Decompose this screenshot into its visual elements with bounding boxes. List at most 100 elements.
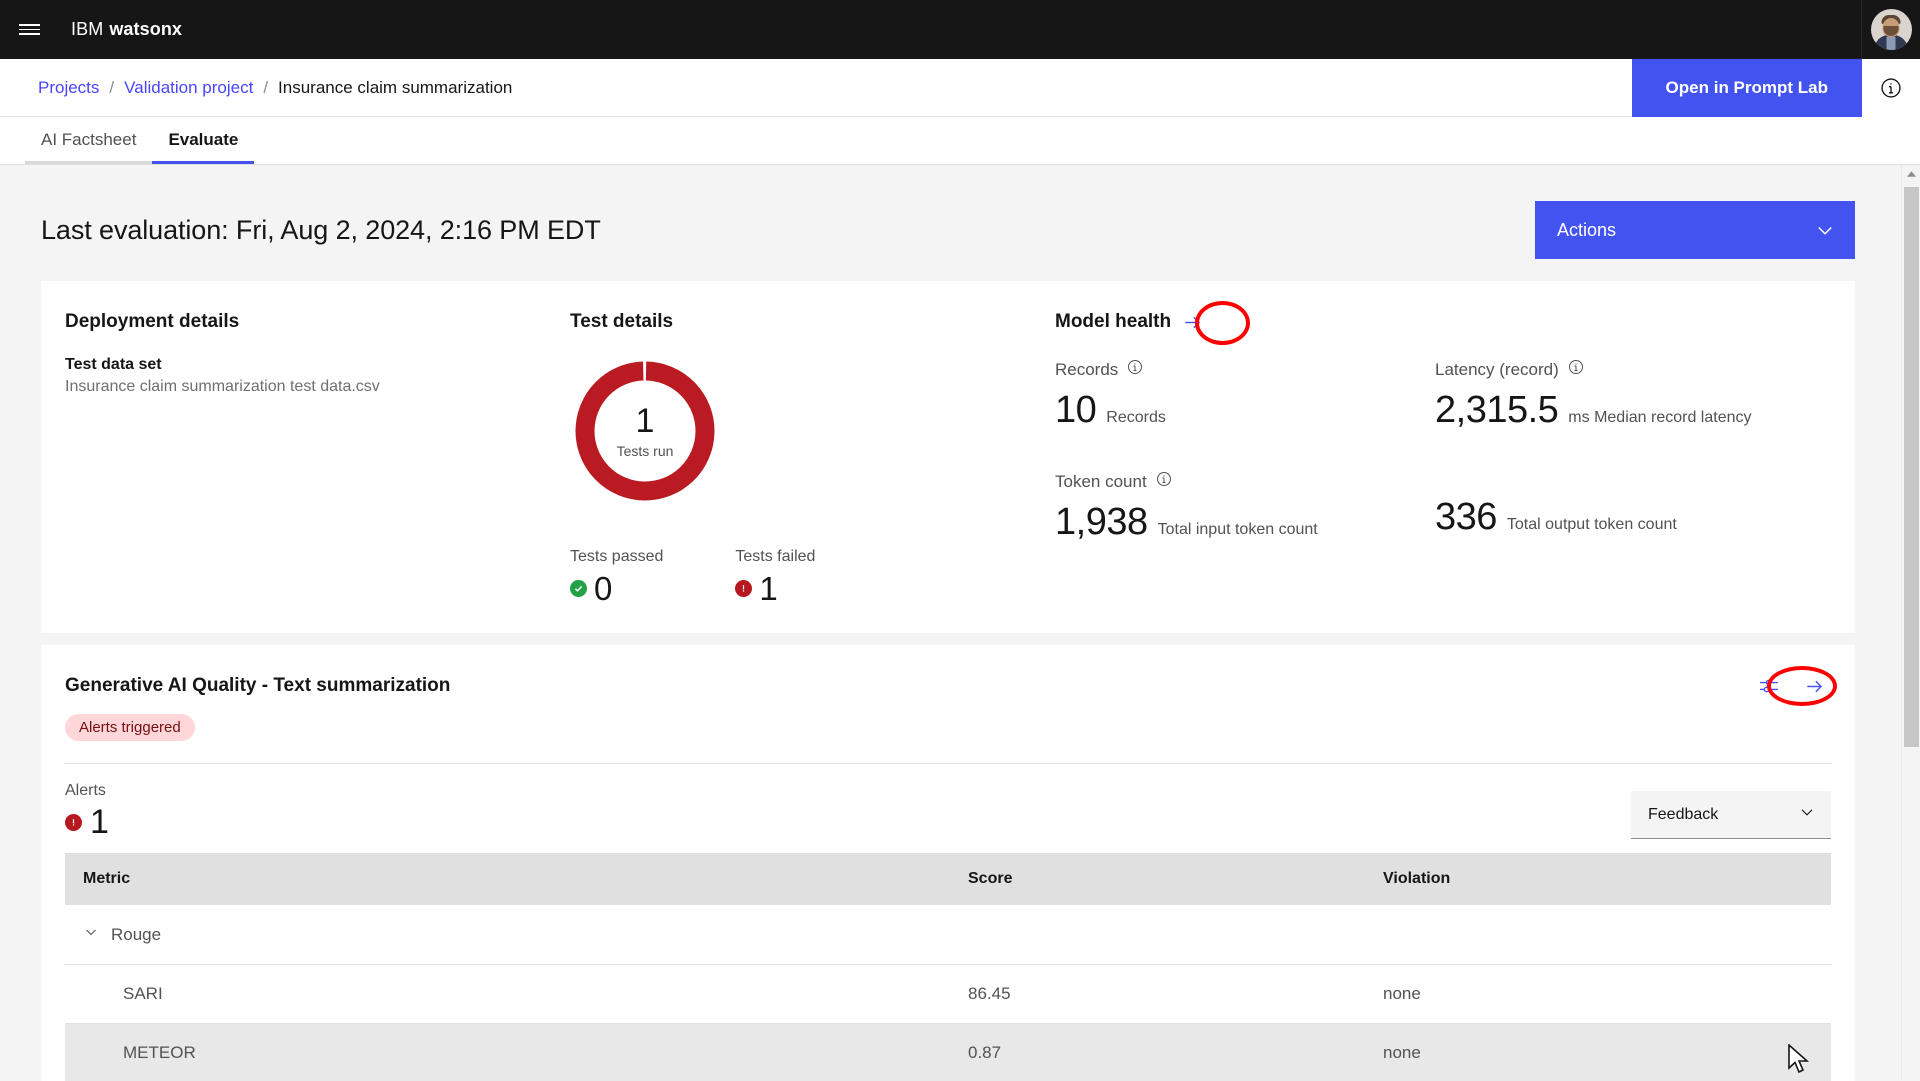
metric-latency-label: Latency (record) <box>1435 360 1559 380</box>
tests-failed-stat: Tests failed 1 <box>735 548 815 605</box>
tests-passed-value: 0 <box>594 572 612 605</box>
error-icon <box>65 814 82 831</box>
page-title: Last evaluation: Fri, Aug 2, 2024, 2:16 … <box>41 215 601 246</box>
test-data-set-label: Test data set <box>65 356 570 374</box>
deployment-details-section: Deployment details Test data set Insuran… <box>65 311 570 605</box>
summary-card: Deployment details Test data set Insuran… <box>41 281 1855 633</box>
tests-run-donut: 1 Tests run <box>570 356 1055 506</box>
table-cell-violation <box>1365 905 1831 965</box>
table-cell-violation: none <box>1365 1024 1831 1081</box>
hamburger-menu-icon[interactable] <box>0 0 59 59</box>
donut-caption: Tests run <box>617 443 674 459</box>
alerts-value: 1 <box>90 805 109 839</box>
metric-records: Records <box>1055 359 1435 429</box>
breadcrumb-separator: / <box>109 78 114 98</box>
page-title-row: Last evaluation: Fri, Aug 2, 2024, 2:16 … <box>41 165 1855 281</box>
app-header: IBM watsonx <box>0 0 1920 59</box>
donut-value: 1 <box>636 404 655 438</box>
column-header-score[interactable]: Score <box>950 853 1365 905</box>
table-cell-metric: METEOR <box>65 1024 950 1081</box>
feedback-dropdown-label: Feedback <box>1648 806 1718 824</box>
information-icon[interactable] <box>1156 471 1172 492</box>
metric-output-token-value: 336 <box>1435 498 1497 536</box>
test-data-set-value: Insurance claim summarization test data.… <box>65 378 570 396</box>
tests-passed-label: Tests passed <box>570 548 663 566</box>
column-header-violation[interactable]: Violation <box>1365 853 1831 905</box>
metric-latency-value: 2,315.5 <box>1435 391 1558 429</box>
checkmark-icon <box>570 580 587 597</box>
actions-button[interactable]: Actions <box>1535 201 1855 259</box>
breadcrumb-bar: Projects / Validation project / Insuranc… <box>0 59 1920 117</box>
table-cell-metric: Rouge <box>111 925 161 945</box>
quality-title: Generative AI Quality - Text summarizati… <box>65 675 450 697</box>
vertical-scrollbar[interactable] <box>1901 165 1920 1080</box>
scrollbar-thumb[interactable] <box>1904 187 1919 747</box>
tab-ai-factsheet[interactable]: AI Factsheet <box>25 130 152 164</box>
metric-latency: Latency (record) <box>1435 359 1831 429</box>
model-health-arrow-right-icon[interactable] <box>1181 311 1203 333</box>
open-in-prompt-lab-button[interactable]: Open in Prompt Lab <box>1632 59 1862 117</box>
annotation-circle-model-health <box>1195 301 1250 345</box>
metric-input-token-unit: Total input token count <box>1158 521 1318 539</box>
brand-prefix: IBM <box>71 19 103 40</box>
table-cell-score: 86.45 <box>950 965 1365 1024</box>
table-cell-score: 0.87 <box>950 1024 1365 1081</box>
chevron-down-icon <box>1798 803 1816 826</box>
tests-passed-stat: Tests passed 0 <box>570 548 663 605</box>
quality-arrow-right-icon[interactable] <box>1804 676 1825 702</box>
tab-bar: AI Factsheet Evaluate <box>0 117 1920 165</box>
alerts-stat: Alerts 1 <box>65 782 109 839</box>
model-health-section: Model health Records <box>1055 311 1831 605</box>
metric-input-token-value: 1,938 <box>1055 503 1148 541</box>
brand-logo[interactable]: IBM watsonx <box>71 19 182 40</box>
avatar[interactable] <box>1861 0 1920 59</box>
tests-failed-value: 1 <box>759 572 777 605</box>
column-header-metric[interactable]: Metric <box>65 853 950 905</box>
breadcrumb-item-projects[interactable]: Projects <box>38 78 99 98</box>
brand-name: watsonx <box>109 19 182 40</box>
information-icon[interactable] <box>1568 359 1584 380</box>
information-icon[interactable] <box>1127 359 1143 380</box>
avatar-image <box>1871 9 1912 50</box>
table-cell-violation: none <box>1365 965 1831 1024</box>
metrics-table: Metric Score Violation <box>65 853 1831 1081</box>
metric-output-token-unit: Total output token count <box>1507 516 1677 534</box>
generative-ai-quality-card: Generative AI Quality - Text summarizati… <box>41 645 1855 1081</box>
metric-token-count-input: Token count <box>1055 471 1435 541</box>
main-content: Last evaluation: Fri, Aug 2, 2024, 2:16 … <box>0 165 1896 1081</box>
metric-records-unit: Records <box>1106 409 1166 427</box>
metric-token-count-label: Token count <box>1055 472 1147 492</box>
quality-header-icons <box>1758 675 1831 702</box>
test-details-title: Test details <box>570 311 1055 333</box>
table-header-row: Metric Score Violation <box>65 853 1831 905</box>
actions-button-label: Actions <box>1557 220 1616 241</box>
feedback-dropdown[interactable]: Feedback <box>1631 791 1831 839</box>
alerts-row: Alerts 1 Feedback <box>65 764 1831 853</box>
main-scroll-area: Last evaluation: Fri, Aug 2, 2024, 2:16 … <box>0 165 1920 1080</box>
breadcrumb-item-validation-project[interactable]: Validation project <box>124 78 253 98</box>
sliders-icon[interactable] <box>1758 675 1780 702</box>
table-row-group-rouge[interactable]: Rouge <box>65 905 1831 965</box>
tab-evaluate[interactable]: Evaluate <box>152 130 254 164</box>
model-health-metrics: Records <box>1055 359 1831 541</box>
metric-latency-unit: ms Median record latency <box>1568 409 1751 427</box>
deployment-details-title: Deployment details <box>65 311 570 333</box>
error-icon <box>735 580 752 597</box>
status-badge-alerts-triggered: Alerts triggered <box>65 714 195 741</box>
breadcrumb: Projects / Validation project / Insuranc… <box>38 78 512 98</box>
model-health-title: Model health <box>1055 311 1171 333</box>
chevron-down-icon[interactable] <box>83 924 99 945</box>
test-details-section: Test details 1 Tests run <box>570 311 1055 605</box>
table-row[interactable]: METEOR 0.87 none <box>65 1024 1831 1081</box>
table-row[interactable]: SARI 86.45 none <box>65 965 1831 1024</box>
information-icon[interactable] <box>1862 59 1920 117</box>
breadcrumb-actions: Open in Prompt Lab <box>1632 59 1920 117</box>
metric-token-count-output: 336 Total output token count <box>1435 471 1831 541</box>
breadcrumb-separator: / <box>263 78 268 98</box>
table-cell-score <box>950 905 1365 965</box>
header-right-group <box>1861 0 1920 59</box>
chevron-down-icon <box>1815 220 1835 240</box>
table-cell-metric: SARI <box>65 965 950 1024</box>
caret-up-icon[interactable] <box>1902 165 1920 183</box>
metric-records-label: Records <box>1055 360 1118 380</box>
